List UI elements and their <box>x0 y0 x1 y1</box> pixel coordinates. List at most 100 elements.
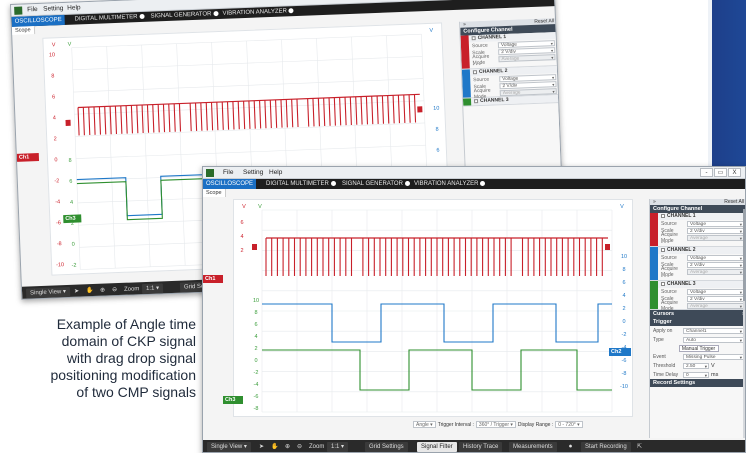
ch3-marker[interactable]: Ch3 <box>223 396 243 404</box>
tick-label: 6 <box>436 148 439 154</box>
tick-label: 2 <box>254 346 257 352</box>
display-range: 0 - 720° <box>558 422 576 428</box>
axis-unit-left: V <box>242 204 246 210</box>
tab-oscilloscope[interactable]: OSCILLOSCOPE <box>203 179 257 189</box>
ch3-marker[interactable]: Ch3 <box>63 214 82 224</box>
scale-select[interactable]: 2 V/div <box>687 227 744 234</box>
reset-all-button[interactable]: Reset All <box>534 18 554 25</box>
zoom-select[interactable]: 1:1 ▾ <box>327 442 349 452</box>
display-range-select[interactable]: 0 - 720° ▾ <box>555 421 583 428</box>
channel-2-config: CHANNEL 2 SourceVoltage Scale2 V/div Acq… <box>650 247 745 281</box>
ch1-marker[interactable]: Ch1 <box>203 275 223 283</box>
info-icon <box>139 13 145 19</box>
checkbox-icon[interactable] <box>661 247 665 252</box>
acquire-select[interactable]: Average <box>687 234 744 241</box>
ch1-marker[interactable]: Ch1 <box>16 153 40 162</box>
scale-select[interactable]: 2 V/div <box>687 261 744 268</box>
angle-mode-select[interactable]: Angle ▾ <box>413 421 436 428</box>
tick-label: 10 <box>433 106 439 112</box>
menu-setting[interactable]: Setting <box>243 169 263 176</box>
signal-filter-button[interactable]: Signal Filter <box>417 442 457 452</box>
tick-label: -10 <box>620 384 628 390</box>
ch1-level-handle-right[interactable] <box>417 106 423 113</box>
channel-1-config: CHANNEL 1 SourceVoltage Scale2 V/div Acq… <box>460 32 559 70</box>
menu-help[interactable]: Help <box>67 4 81 12</box>
type-select[interactable]: Auto <box>683 336 744 343</box>
checkbox-icon[interactable] <box>471 35 476 40</box>
reset-all-button[interactable]: Reset All <box>724 199 744 205</box>
tick-label: 8 <box>68 158 71 164</box>
config-panel: » Reset All Configure Channel CHANNEL 1 S… <box>649 199 745 438</box>
checkbox-icon[interactable] <box>661 213 665 218</box>
channel-1-title[interactable]: CHANNEL 1 <box>650 213 745 220</box>
minimize-icon[interactable]: - <box>700 168 713 177</box>
source-select[interactable]: Voltage <box>687 254 744 261</box>
tab-scope[interactable]: Scope <box>203 189 226 197</box>
tab-label: DIGITAL MULTIMETER <box>74 14 138 23</box>
record-settings-section[interactable]: Record Settings <box>650 379 745 387</box>
tick-label: 2 <box>622 306 625 312</box>
record-icon[interactable]: ⏺ <box>565 442 576 452</box>
tab-vibration[interactable]: VIBRATION ANALYZER <box>219 6 297 19</box>
trigger-interval-select[interactable]: 360° / Trigger ▾ <box>475 421 516 428</box>
view-select[interactable]: Single View ▾ <box>25 286 71 299</box>
tab-multimeter[interactable]: DIGITAL MULTIMETER <box>71 12 147 25</box>
manual-trigger-button[interactable]: Manual Trigger <box>678 345 719 352</box>
menu-setting[interactable]: Setting <box>43 5 64 13</box>
apply-on-label: Apply on <box>653 327 673 334</box>
tab-vibration[interactable]: VIBRATION ANALYZER <box>411 179 488 189</box>
subtab-label: Scope <box>206 190 222 196</box>
acquire-select[interactable]: Average <box>687 268 744 275</box>
threshold-input[interactable]: 2.50 <box>683 362 709 369</box>
ch1-level-handle[interactable] <box>65 119 71 126</box>
time-delay-input[interactable]: 0 <box>683 371 709 378</box>
caption-line: with drag drop signal <box>66 350 196 366</box>
source-select[interactable]: Voltage <box>687 288 744 295</box>
ch1-color-bar <box>460 35 470 69</box>
checkbox-icon[interactable] <box>661 281 665 286</box>
acquire-select[interactable]: Average <box>687 302 744 309</box>
axis-unit-left-2: V <box>68 42 72 48</box>
tab-bar: OSCILLOSCOPE DIGITAL MULTIMETER SIGNAL G… <box>203 179 745 189</box>
checkbox-icon[interactable] <box>472 69 478 74</box>
close-icon[interactable]: X <box>728 168 741 177</box>
scale-select[interactable]: 2 V/div <box>687 295 744 302</box>
tick-label: -4 <box>254 382 259 388</box>
start-recording-button[interactable]: Start Recording <box>581 442 631 452</box>
menu-file[interactable]: File <box>27 6 38 13</box>
view-select[interactable]: Single View ▾ <box>207 442 251 452</box>
tab-signal-generator[interactable]: SIGNAL GENERATOR <box>147 9 221 22</box>
apply-on-select[interactable]: Channel1 <box>683 327 744 334</box>
zoom-select[interactable]: 1:1 ▾ <box>141 283 164 295</box>
ch1-level-handle-right[interactable] <box>605 244 610 250</box>
source-select[interactable]: Voltage <box>687 220 744 227</box>
tab-label: VIBRATION ANALYZER <box>222 8 288 17</box>
ch2-marker[interactable]: Ch2 <box>609 348 631 356</box>
maximize-icon[interactable]: ▭ <box>714 168 727 177</box>
tab-label: DIGITAL MULTIMETER <box>266 181 329 187</box>
tab-multimeter[interactable]: DIGITAL MULTIMETER <box>263 179 339 189</box>
axis-unit-right: V <box>429 28 433 34</box>
tab-signal-generator[interactable]: SIGNAL GENERATOR <box>339 179 413 189</box>
channel-3-title[interactable]: CHANNEL 3 <box>650 281 745 288</box>
tick-label: -8 <box>57 241 62 247</box>
channel-2-title[interactable]: CHANNEL 2 <box>650 247 745 254</box>
menu-help[interactable]: Help <box>269 169 282 176</box>
event-select[interactable]: Missing Pulse <box>683 353 744 360</box>
tick-label: 8 <box>622 267 625 273</box>
ch1-level-handle[interactable] <box>252 244 257 250</box>
checkbox-icon[interactable] <box>473 98 479 103</box>
tick-label: 4 <box>254 334 257 340</box>
type-label: Type <box>653 336 664 343</box>
grid-settings-button[interactable]: Grid Settings <box>365 442 408 452</box>
source-label: Source <box>661 288 677 295</box>
scope-plot[interactable]: VVV6421086420-2-4-6-8-101086420-2-4-6-8-… <box>233 199 633 424</box>
menu-file[interactable]: File <box>223 169 233 176</box>
measurements-button[interactable]: Measurements <box>509 442 557 452</box>
export-icon[interactable]: ⇱ <box>633 442 646 452</box>
tab-oscilloscope[interactable]: OSCILLOSCOPE <box>11 14 65 27</box>
history-trace-button[interactable]: History Trace <box>459 442 503 452</box>
tab-scope[interactable]: Scope <box>11 26 35 35</box>
trigger-section[interactable]: Trigger <box>650 318 745 326</box>
ch2-color-bar <box>461 69 471 98</box>
